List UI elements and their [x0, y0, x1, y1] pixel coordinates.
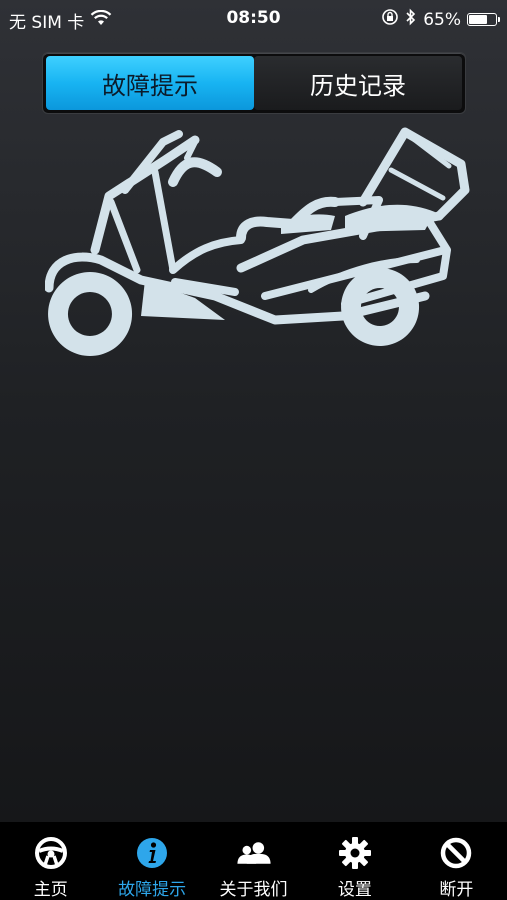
- tab-about-us[interactable]: 关于我们: [203, 822, 304, 900]
- battery-level: [469, 15, 488, 24]
- bluetooth-icon: [405, 8, 417, 31]
- battery-percent: 65%: [423, 9, 461, 30]
- tab-disconnect-label: 断开: [439, 880, 474, 900]
- tab-fault-alerts-nav[interactable]: 故障提示: [101, 822, 202, 900]
- battery-icon: [467, 13, 500, 26]
- users-icon: [236, 835, 272, 871]
- motorcycle-icon: [45, 127, 470, 356]
- tab-settings-label: 设置: [337, 880, 372, 900]
- tab-home-label: 主页: [33, 880, 68, 900]
- tab-fault-alerts[interactable]: 故障提示: [46, 56, 254, 110]
- tab-fault-alerts-label: 故障提示: [118, 880, 187, 900]
- tab-history[interactable]: 历史记录: [254, 56, 462, 110]
- steering-wheel-icon: [33, 835, 69, 871]
- tab-bar: 主页 故障提示 关于我们 设置 断开: [0, 822, 507, 900]
- tab-home[interactable]: 主页: [0, 822, 101, 900]
- gear-icon: [337, 835, 373, 871]
- segmented-control: 故障提示 历史记录: [42, 52, 466, 114]
- info-icon: [134, 835, 170, 871]
- tab-about-us-label: 关于我们: [219, 880, 288, 900]
- orientation-lock-icon: [381, 8, 399, 31]
- status-bar: 无 SIM 卡 08:50 65%: [0, 0, 507, 36]
- tab-settings[interactable]: 设置: [304, 822, 405, 900]
- disconnect-icon: [438, 835, 474, 871]
- tab-disconnect[interactable]: 断开: [406, 822, 507, 900]
